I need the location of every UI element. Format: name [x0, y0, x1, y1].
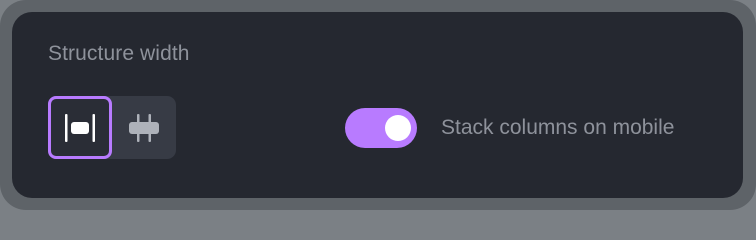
- full-width-icon: [129, 113, 159, 142]
- stack-columns-row: Stack columns on mobile: [345, 108, 674, 148]
- full-width-button[interactable]: [112, 96, 176, 159]
- structure-width-title: Structure width: [48, 42, 190, 65]
- structure-width-selector: [48, 96, 176, 159]
- settings-panel: Structure width Stack columns on mobile: [12, 12, 743, 198]
- toggle-knob: [385, 115, 411, 141]
- fixed-width-button[interactable]: [48, 96, 112, 159]
- stack-columns-toggle[interactable]: [345, 108, 417, 148]
- stack-columns-label: Stack columns on mobile: [441, 116, 675, 139]
- fixed-width-icon: [65, 113, 95, 142]
